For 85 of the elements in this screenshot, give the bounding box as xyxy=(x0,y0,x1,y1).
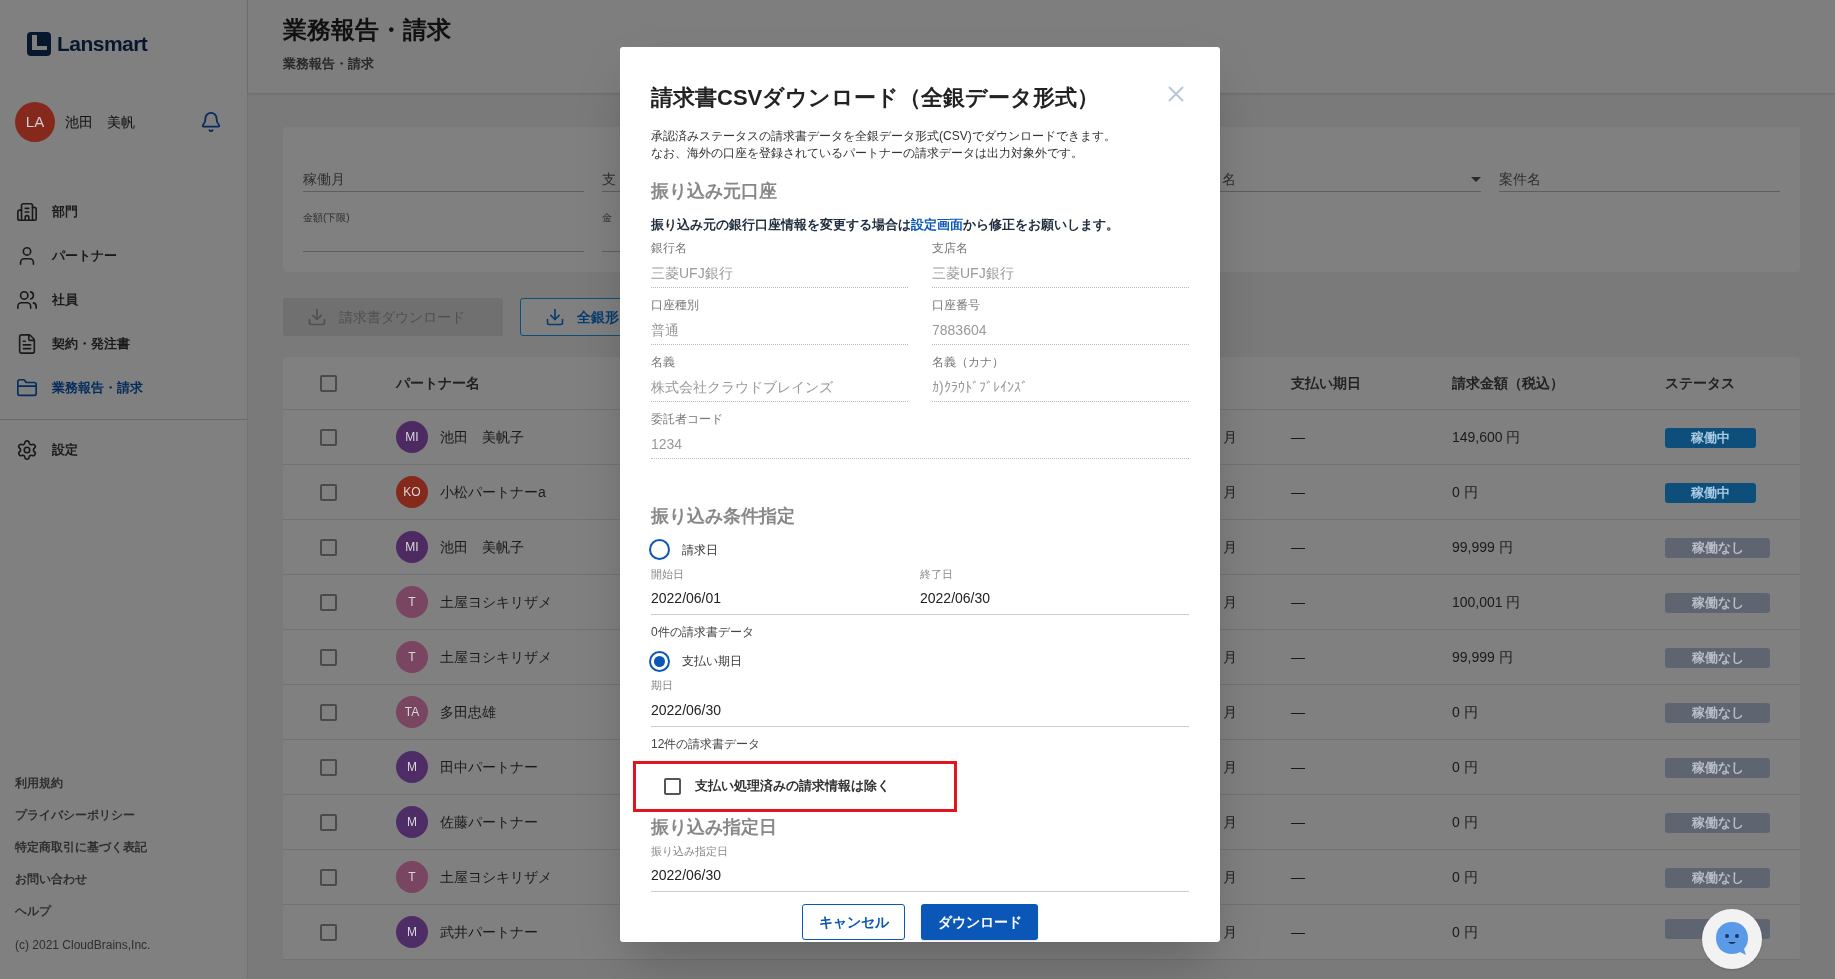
partner-avatar: MI xyxy=(396,421,428,453)
table-cell-text: — xyxy=(1290,482,1306,502)
partner-avatar: T xyxy=(396,586,428,618)
partner-name: 田中パートナー xyxy=(440,757,538,777)
table-cell-text: 99,999 円 xyxy=(1451,537,1514,557)
partner-name: 小松パートナーa xyxy=(440,482,546,502)
status-tag: 稼働中 xyxy=(1665,482,1756,503)
partner-avatar: M xyxy=(396,916,428,948)
table-cell-text: 月 xyxy=(1222,537,1238,557)
column-header: ステータス xyxy=(1664,373,1735,393)
section-heading: 振り込み条件指定 xyxy=(651,504,796,528)
breadcrumb: 業務報告・請求 xyxy=(283,55,375,73)
readonly-field: 口座種別 普通 xyxy=(651,295,908,345)
table-cell-text: 月 xyxy=(1222,757,1238,777)
table-cell-text: — xyxy=(1290,537,1306,557)
status-tag: 稼働なし xyxy=(1665,867,1770,888)
readonly-field: 委託者コード 1234 xyxy=(651,409,1189,459)
table-cell-text: 0 円 xyxy=(1451,867,1479,887)
partner-name: 土屋ヨシキリザメ xyxy=(440,647,552,667)
logo-text: Lansmart xyxy=(57,30,148,57)
status-tag: 稼働なし xyxy=(1665,812,1770,833)
column-header: 支払い期日 xyxy=(1290,373,1361,393)
partner-name: 佐藤パートナー xyxy=(440,812,538,832)
table-cell-text: — xyxy=(1290,867,1306,887)
page-title: 業務報告・請求 xyxy=(283,15,452,45)
result-count: 0件の請求書データ xyxy=(651,624,755,641)
table-cell-text: — xyxy=(1290,812,1306,832)
readonly-field: 銀行名 三菱UFJ銀行 xyxy=(651,238,908,288)
partner-name: 池田 美帆子 xyxy=(440,537,524,557)
table-cell-text: 月 xyxy=(1222,702,1238,722)
table-cell-text: 月 xyxy=(1222,922,1238,942)
partner-avatar: T xyxy=(396,861,428,893)
table-cell-text: 100,001 円 xyxy=(1451,592,1522,612)
dialog-title: 請求書CSVダウンロード（全銀データ形式） xyxy=(651,84,1101,112)
copyright: (c) 2021 CloudBrains,Inc. xyxy=(15,937,152,954)
exclude-paid-label: 支払い処理済みの請求情報は除く xyxy=(695,777,890,796)
partner-name: 土屋ヨシキリザメ xyxy=(440,592,552,612)
section-heading: 振り込み元口座 xyxy=(651,180,778,203)
partner-name: 土屋ヨシキリザメ xyxy=(440,867,552,887)
table-cell-text: — xyxy=(1290,647,1306,667)
readonly-field: 支店名 三菱UFJ銀行 xyxy=(932,238,1189,288)
table-cell-text: 月 xyxy=(1222,812,1238,832)
status-tag: 稼働なし xyxy=(1665,647,1770,668)
table-cell-text: 149,600 円 xyxy=(1451,427,1522,447)
table-cell-text: 0 円 xyxy=(1451,922,1479,942)
dialog-description: なお、海外の口座を登録されているパートナーの請求データは出力対象外です。 xyxy=(651,145,1084,162)
section-heading: 振り込み指定日 xyxy=(651,815,778,839)
table-cell-text: — xyxy=(1290,427,1306,447)
table-cell-text: 99,999 円 xyxy=(1451,647,1514,667)
table-cell-text: 月 xyxy=(1222,592,1238,612)
readonly-field: 口座番号 7883604 xyxy=(932,295,1189,345)
table-cell-text: — xyxy=(1290,757,1306,777)
partner-avatar: TA xyxy=(396,696,428,728)
table-cell-text: 月 xyxy=(1222,647,1238,667)
partner-avatar: KO xyxy=(396,476,428,508)
partner-avatar: M xyxy=(396,806,428,838)
table-cell-text: 0 円 xyxy=(1451,757,1479,777)
dialog-description: 承認済みステータスの請求書データを全銀データ形式(CSV)でダウンロードできます。 xyxy=(651,128,1117,145)
status-tag: 稼働なし xyxy=(1665,592,1770,613)
partner-name: 武井パートナー xyxy=(440,922,538,942)
table-cell-text: — xyxy=(1290,592,1306,612)
status-tag: 稼働中 xyxy=(1665,427,1756,448)
column-header: パートナー名 xyxy=(394,373,480,393)
status-tag: 稼働なし xyxy=(1665,702,1770,723)
partner-name: 池田 美帆子 xyxy=(440,427,524,447)
status-tag: 稼働なし xyxy=(1665,757,1770,778)
table-cell-text: — xyxy=(1290,702,1306,722)
table-cell-text: — xyxy=(1290,922,1306,942)
table-cell-text: 0 円 xyxy=(1451,482,1479,502)
settings-note: 振り込み元の銀行口座情報を変更する場合は設定画面から修正をお願いします。 xyxy=(651,216,1120,234)
user-name: 池田 美帆 xyxy=(65,112,135,132)
partner-avatar: MI xyxy=(396,531,428,563)
partner-name: 多田忠雄 xyxy=(440,702,496,722)
table-cell-text: 0 円 xyxy=(1451,812,1479,832)
readonly-field: 名義（カナ） ｶ)ｸﾗｳﾄﾞﾌﾞﾚｲﾝｽﾞ xyxy=(932,352,1189,402)
table-cell-text: 0 円 xyxy=(1451,702,1479,722)
status-tag: 稼働なし xyxy=(1665,537,1770,558)
partner-avatar: T xyxy=(396,641,428,673)
column-header: 請求金額（税込） xyxy=(1451,373,1564,393)
partner-avatar: M xyxy=(396,751,428,783)
table-cell-text: 月 xyxy=(1222,427,1238,447)
table-cell-text: 月 xyxy=(1222,867,1238,887)
readonly-field: 名義 株式会社クラウドブレインズ xyxy=(651,352,908,402)
result-count: 12件の請求書データ xyxy=(651,735,762,753)
table-cell-text: 月 xyxy=(1222,482,1238,502)
